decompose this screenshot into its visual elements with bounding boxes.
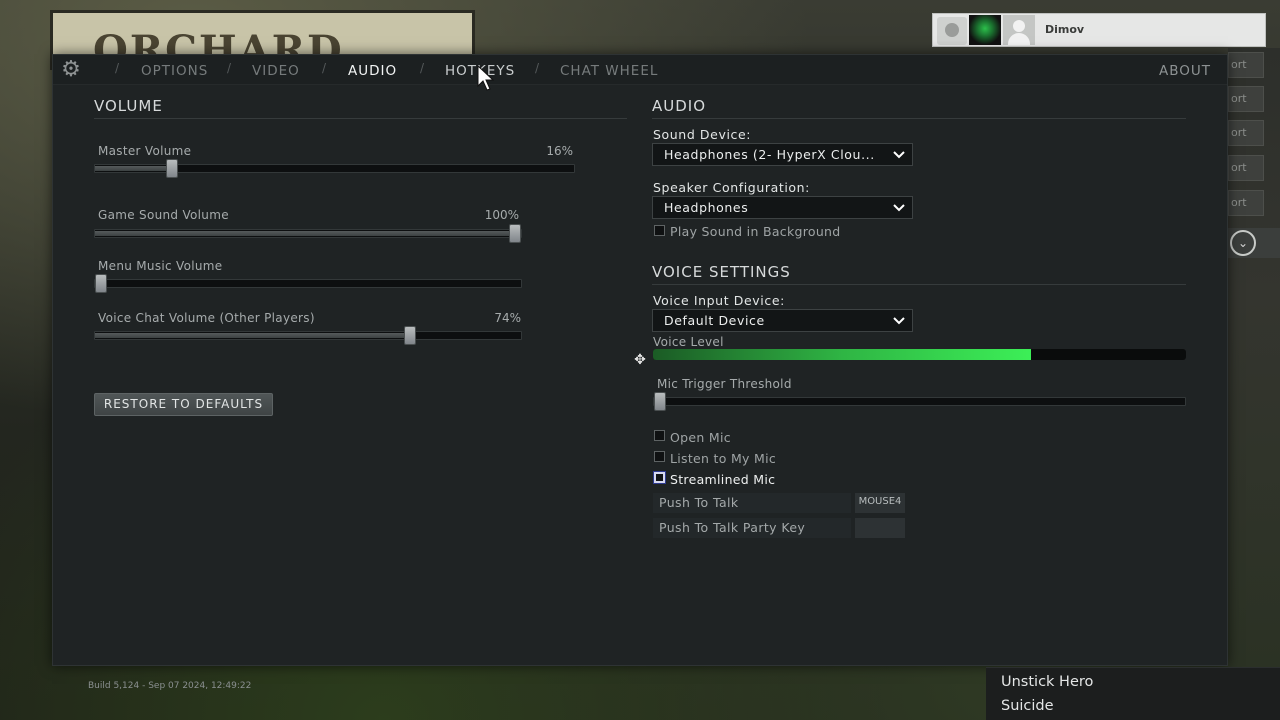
- menu-music-volume-slider[interactable]: [94, 274, 522, 293]
- chevron-down-icon: [893, 204, 905, 212]
- build-info: Build 5,124 - Sep 07 2024, 12:49:22: [88, 681, 252, 691]
- mic-mute-button[interactable]: [937, 17, 967, 45]
- open-mic-checkbox[interactable]: [654, 430, 665, 441]
- voice-settings-title: VOICE SETTINGS: [652, 263, 791, 281]
- avatar: [1003, 15, 1035, 45]
- menu-item-unstick-hero[interactable]: Unstick Hero: [1001, 674, 1093, 690]
- voice-level-label: Voice Level: [653, 335, 724, 349]
- streamlined-mic-label: Streamlined Mic: [670, 472, 776, 487]
- tab-options[interactable]: OPTIONS: [141, 63, 208, 79]
- voice-input-device-dropdown[interactable]: Default Device: [652, 309, 913, 332]
- settings-window: ⚙ / OPTIONS / VIDEO / AUDIO / HOTKEYS / …: [52, 54, 1228, 666]
- report-button[interactable]: ort: [1228, 155, 1264, 181]
- gear-icon[interactable]: ⚙: [59, 59, 83, 83]
- report-button[interactable]: ort: [1228, 190, 1264, 216]
- game-sound-volume-slider[interactable]: [94, 224, 522, 243]
- section-divider: [652, 118, 1186, 119]
- player-name: Dimov: [1045, 23, 1085, 36]
- speaker-config-value: Headphones: [664, 200, 749, 215]
- voice-chat-volume-label: Voice Chat Volume (Other Players): [98, 311, 315, 325]
- section-divider: [652, 284, 1186, 285]
- expand-scoreboard-button[interactable]: ⌄: [1228, 228, 1280, 258]
- sound-device-dropdown[interactable]: Headphones (2- HyperX Clou...: [652, 143, 913, 166]
- push-to-talk-label: Push To Talk: [653, 493, 851, 513]
- voice-level-fill: [653, 349, 1032, 360]
- push-to-talk-key[interactable]: MOUSE4: [855, 493, 905, 513]
- menu-item-suicide[interactable]: Suicide: [1001, 698, 1054, 714]
- play-in-background-checkbox[interactable]: [654, 225, 665, 236]
- tab-video[interactable]: VIDEO: [252, 63, 300, 79]
- listen-to-mic-checkbox[interactable]: [654, 451, 665, 462]
- master-volume-value: 16%: [546, 144, 573, 158]
- mic-threshold-slider[interactable]: [653, 392, 1186, 411]
- slider-handle[interactable]: [95, 274, 107, 293]
- master-volume-label: Master Volume: [98, 144, 192, 158]
- report-button[interactable]: ort: [1228, 120, 1264, 146]
- tab-separator: /: [227, 61, 232, 75]
- streamlined-mic-checkbox[interactable]: [654, 472, 665, 483]
- voice-input-device-value: Default Device: [664, 313, 765, 328]
- slider-handle[interactable]: [654, 392, 666, 411]
- tab-separator: /: [420, 61, 425, 75]
- voice-chat-volume-value: 74%: [494, 311, 521, 325]
- chevron-down-icon: [893, 151, 905, 159]
- voice-input-device-label: Voice Input Device:: [653, 293, 785, 308]
- settings-tab-bar: ⚙ / OPTIONS / VIDEO / AUDIO / HOTKEYS / …: [53, 55, 1227, 85]
- game-sound-volume-label: Game Sound Volume: [98, 208, 229, 222]
- mic-threshold-label: Mic Trigger Threshold: [657, 377, 792, 391]
- sound-device-value: Headphones (2- HyperX Clou...: [664, 147, 875, 162]
- slider-handle[interactable]: [404, 326, 417, 345]
- audio-section-title: AUDIO: [652, 97, 707, 115]
- push-to-talk-party-label: Push To Talk Party Key: [653, 518, 851, 538]
- slider-handle[interactable]: [165, 159, 178, 178]
- tab-separator: /: [322, 61, 327, 75]
- section-divider: [94, 118, 627, 119]
- tab-audio[interactable]: AUDIO: [348, 63, 397, 79]
- report-button[interactable]: ort: [1228, 52, 1264, 78]
- voice-chat-volume-slider[interactable]: [94, 326, 522, 345]
- speaker-config-dropdown[interactable]: Headphones: [652, 196, 913, 219]
- tab-chat-wheel[interactable]: CHAT WHEEL: [560, 63, 658, 79]
- slider-handle[interactable]: [509, 224, 521, 243]
- voice-level-meter: [653, 349, 1186, 360]
- context-menu: Unstick Hero Suicide: [986, 667, 1280, 720]
- report-button[interactable]: ort: [1228, 86, 1264, 112]
- volume-section-title: VOLUME: [94, 97, 163, 115]
- master-volume-slider[interactable]: [94, 159, 575, 178]
- move-cursor-icon: ✥: [634, 352, 646, 368]
- speaker-config-label: Speaker Configuration:: [653, 180, 810, 195]
- chevron-down-icon: [893, 317, 905, 325]
- game-sound-volume-value: 100%: [484, 208, 519, 222]
- tab-separator: /: [115, 61, 120, 75]
- player-card: Dimov: [932, 13, 1266, 47]
- tab-separator: /: [535, 61, 540, 75]
- listen-to-mic-label: Listen to My Mic: [670, 451, 777, 466]
- tab-about[interactable]: ABOUT: [1159, 63, 1211, 79]
- mouse-pointer-icon: [477, 65, 495, 91]
- sound-device-label: Sound Device:: [653, 127, 752, 142]
- chevron-down-icon: ⌄: [1230, 230, 1256, 256]
- restore-defaults-button[interactable]: RESTORE TO DEFAULTS: [94, 393, 273, 416]
- hero-portrait: [969, 15, 1001, 45]
- menu-music-volume-label: Menu Music Volume: [98, 259, 223, 273]
- play-in-background-label: Play Sound in Background: [670, 224, 841, 239]
- push-to-talk-party-key[interactable]: [855, 518, 905, 538]
- open-mic-label: Open Mic: [670, 430, 731, 445]
